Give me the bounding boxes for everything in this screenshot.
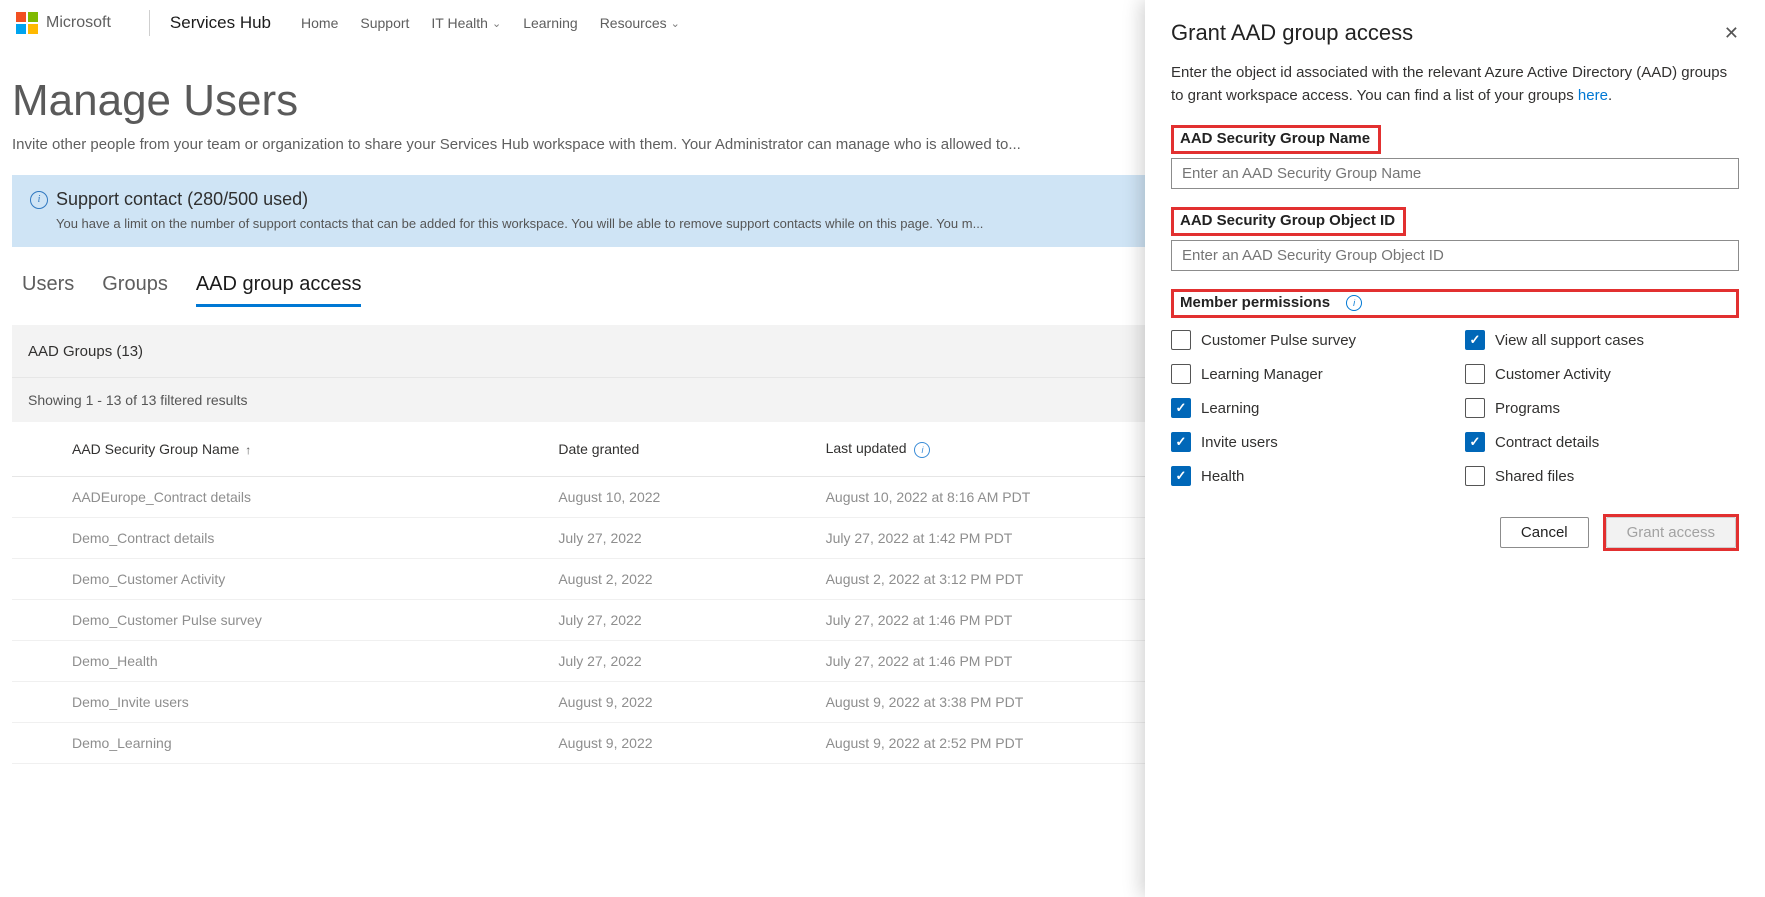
checkbox-icon[interactable]	[1171, 364, 1191, 384]
cell-name: Demo_Customer Pulse survey	[12, 600, 542, 641]
microsoft-logo-icon	[16, 12, 38, 34]
cell-name: Demo_Learning	[12, 723, 542, 764]
nav-support[interactable]: Support	[360, 15, 409, 31]
field-name-label: AAD Security Group Name	[1176, 128, 1374, 149]
microsoft-label: Microsoft	[46, 14, 111, 32]
cell-name: Demo_Health	[12, 641, 542, 682]
table-count: AAD Groups (13)	[28, 343, 143, 360]
aad-group-id-input[interactable]	[1171, 240, 1739, 271]
info-icon: i	[30, 191, 48, 209]
cancel-button[interactable]: Cancel	[1500, 517, 1589, 548]
perm-customer-activity[interactable]: Customer Activity	[1465, 364, 1739, 384]
tab-users[interactable]: Users	[22, 273, 74, 307]
panel-actions: Cancel Grant access	[1171, 514, 1739, 551]
grant-button-highlight: Grant access	[1603, 514, 1739, 551]
perm-learning[interactable]: Learning	[1171, 398, 1445, 418]
sort-asc-icon: ↑	[245, 443, 251, 457]
panel-title: Grant AAD group access	[1171, 20, 1413, 46]
checkbox-icon[interactable]	[1171, 330, 1191, 350]
perm-label: Customer Activity	[1495, 366, 1611, 383]
checkbox-icon[interactable]	[1171, 398, 1191, 418]
app-name[interactable]: Services Hub	[170, 13, 271, 33]
checkbox-icon[interactable]	[1171, 432, 1191, 452]
aad-group-name-input[interactable]	[1171, 158, 1739, 189]
perm-customer-pulse[interactable]: Customer Pulse survey	[1171, 330, 1445, 350]
perm-label: Shared files	[1495, 468, 1574, 485]
info-icon[interactable]: i	[1346, 295, 1362, 311]
perm-invite-users[interactable]: Invite users	[1171, 432, 1445, 452]
cell-date: August 10, 2022	[542, 477, 809, 518]
permissions-grid: Customer Pulse survey View all support ca…	[1171, 330, 1739, 486]
perm-label: Contract details	[1495, 434, 1599, 451]
chevron-down-icon: ⌄	[492, 17, 501, 30]
perm-contract-details[interactable]: Contract details	[1465, 432, 1739, 452]
field-name-label-highlight: AAD Security Group Name	[1171, 125, 1381, 154]
checkbox-icon[interactable]	[1465, 364, 1485, 384]
panel-description: Enter the object id associated with the …	[1171, 62, 1739, 107]
cell-date: July 27, 2022	[542, 600, 809, 641]
perm-learning-manager[interactable]: Learning Manager	[1171, 364, 1445, 384]
tab-aad-group-access[interactable]: AAD group access	[196, 273, 362, 307]
col-date[interactable]: Date granted	[542, 422, 809, 477]
nav-resources[interactable]: Resources ⌄	[600, 15, 680, 31]
cell-date: August 9, 2022	[542, 682, 809, 723]
perm-health[interactable]: Health	[1171, 466, 1445, 486]
col-updated-label: Last updated	[826, 440, 907, 456]
nav-resources-label: Resources	[600, 15, 667, 31]
checkbox-icon[interactable]	[1465, 330, 1485, 350]
nav-it-health-label: IT Health	[431, 15, 488, 31]
tab-groups[interactable]: Groups	[102, 273, 168, 307]
panel-header: Grant AAD group access ✕	[1171, 20, 1739, 46]
perm-label: View all support cases	[1495, 332, 1644, 349]
member-permissions-label: Member permissions	[1176, 292, 1334, 313]
info-icon[interactable]: i	[914, 442, 930, 458]
cell-date: July 27, 2022	[542, 641, 809, 682]
cell-date: July 27, 2022	[542, 518, 809, 559]
perm-label: Invite users	[1201, 434, 1278, 451]
col-name[interactable]: AAD Security Group Name ↑	[12, 422, 542, 477]
nav-links: Home Support IT Health ⌄ Learning Resour…	[301, 15, 680, 31]
cell-name: AADEurope_Contract details	[12, 477, 542, 518]
panel-desc-pre: Enter the object id associated with the …	[1171, 64, 1727, 104]
perm-label: Customer Pulse survey	[1201, 332, 1356, 349]
checkbox-icon[interactable]	[1171, 466, 1191, 486]
banner-title: Support contact (280/500 used)	[56, 189, 308, 210]
member-permissions-label-highlight: Member permissions i	[1171, 289, 1739, 318]
perm-label: Programs	[1495, 400, 1560, 417]
checkbox-icon[interactable]	[1465, 466, 1485, 486]
nav-it-health[interactable]: IT Health ⌄	[431, 15, 501, 31]
perm-label: Learning	[1201, 400, 1259, 417]
col-name-label: AAD Security Group Name	[72, 441, 239, 457]
chevron-down-icon: ⌄	[671, 17, 680, 30]
field-id-label: AAD Security Group Object ID	[1176, 210, 1399, 231]
panel-desc-post: .	[1608, 87, 1612, 104]
grant-access-panel: Grant AAD group access ✕ Enter the objec…	[1145, 0, 1765, 897]
perm-label: Learning Manager	[1201, 366, 1323, 383]
topbar-divider	[149, 10, 150, 36]
perm-shared-files[interactable]: Shared files	[1465, 466, 1739, 486]
checkbox-icon[interactable]	[1465, 432, 1485, 452]
grant-access-button[interactable]: Grant access	[1606, 517, 1736, 548]
groups-here-link[interactable]: here	[1578, 87, 1608, 104]
cell-date: August 2, 2022	[542, 559, 809, 600]
cell-name: Demo_Customer Activity	[12, 559, 542, 600]
cell-date: August 9, 2022	[542, 723, 809, 764]
nav-learning[interactable]: Learning	[523, 15, 578, 31]
cell-name: Demo_Contract details	[12, 518, 542, 559]
cell-name: Demo_Invite users	[12, 682, 542, 723]
perm-label: Health	[1201, 468, 1244, 485]
checkbox-icon[interactable]	[1465, 398, 1485, 418]
nav-home[interactable]: Home	[301, 15, 338, 31]
perm-programs[interactable]: Programs	[1465, 398, 1739, 418]
close-icon[interactable]: ✕	[1724, 23, 1739, 44]
perm-view-cases[interactable]: View all support cases	[1465, 330, 1739, 350]
field-id-label-highlight: AAD Security Group Object ID	[1171, 207, 1406, 236]
